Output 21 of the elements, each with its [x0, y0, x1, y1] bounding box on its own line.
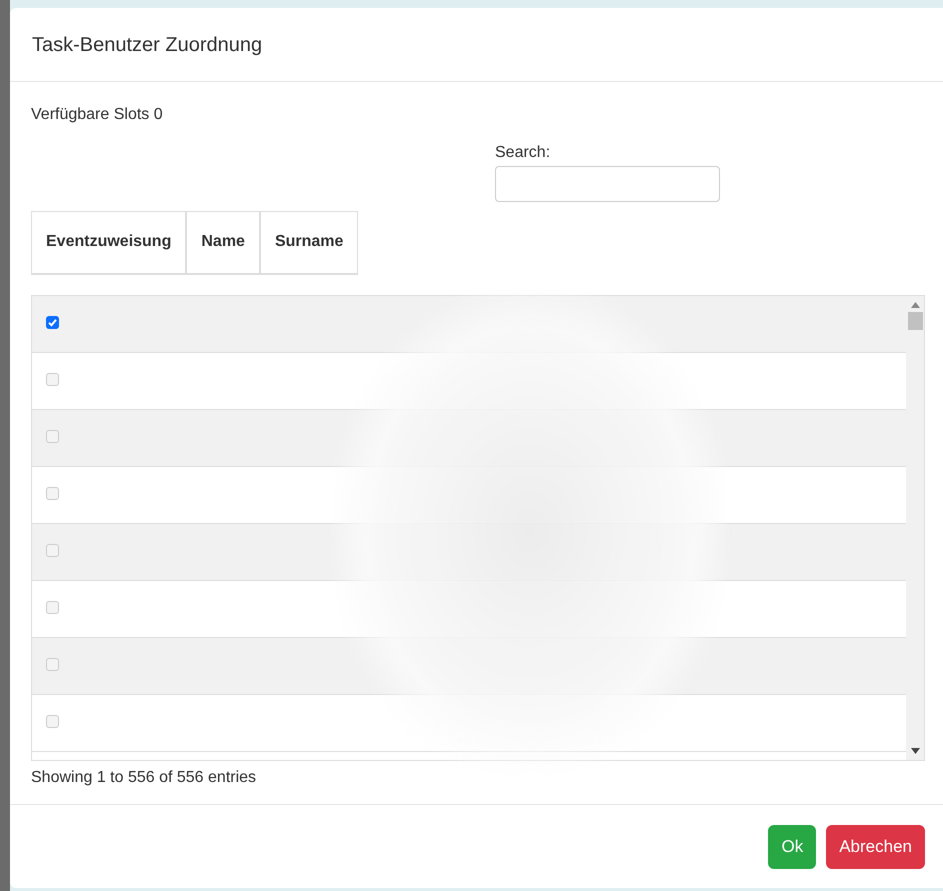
entries-info: Showing 1 to 556 of 556 entries: [31, 768, 258, 788]
row-checkbox[interactable]: [46, 316, 59, 329]
cancel-button[interactable]: Abrechen: [826, 824, 925, 868]
column-header[interactable]: Name: [186, 211, 260, 273]
row-checkbox[interactable]: [46, 601, 59, 614]
row-checkbox[interactable]: [46, 715, 59, 728]
modal-title: Task-Benutzer Zuordnung: [32, 32, 262, 56]
scrollbar-thumb[interactable]: [908, 312, 922, 330]
row-checkbox[interactable]: [46, 487, 59, 500]
search-field[interactable]: [495, 166, 720, 202]
slots-text: Verfügbare Slots 0: [31, 105, 164, 125]
row-checkbox[interactable]: [46, 544, 59, 557]
scroll-down-icon[interactable]: [910, 748, 920, 754]
search-label: Search:: [495, 143, 552, 163]
scroll-up-icon[interactable]: [910, 302, 920, 308]
scrollbar[interactable]: [906, 296, 924, 760]
column-header[interactable]: Eventzuweisung: [31, 211, 186, 273]
column-header[interactable]: Surname: [260, 211, 358, 273]
row-checkbox[interactable]: [46, 430, 59, 443]
row-checkbox[interactable]: [46, 658, 59, 671]
row-checkbox[interactable]: [46, 373, 59, 386]
